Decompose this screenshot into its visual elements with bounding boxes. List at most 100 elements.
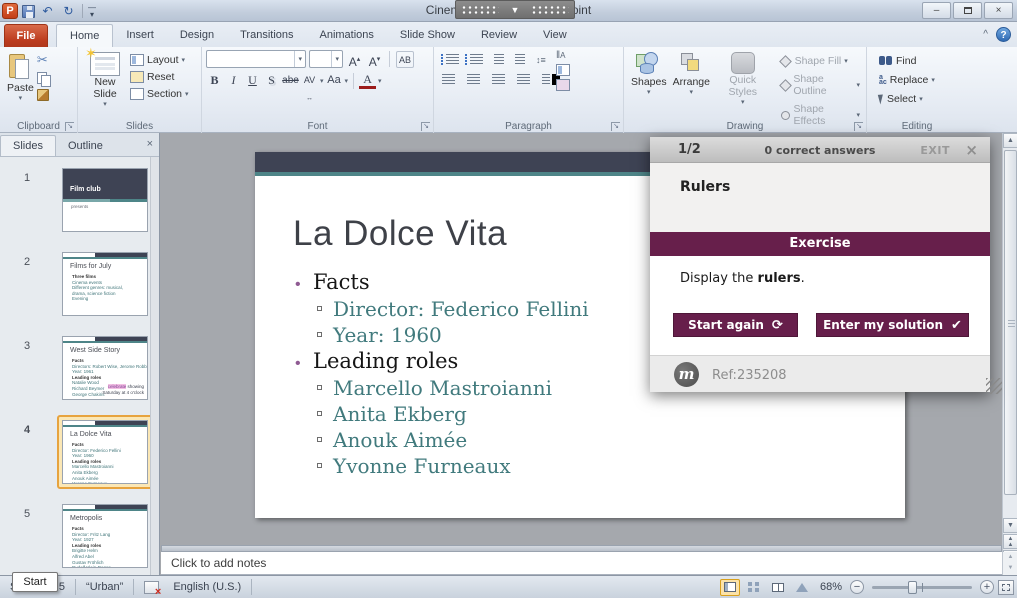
font-color-button[interactable]: A [359, 73, 376, 89]
thumbnail-card[interactable]: La Dolce Vita Facts Director: Federico F… [62, 420, 148, 484]
tab-review[interactable]: Review [468, 24, 530, 47]
reading-view-button[interactable] [768, 579, 788, 596]
line-spacing-button[interactable]: ↕≡ [536, 55, 546, 65]
notes-splitter[interactable] [161, 545, 1002, 552]
previous-slide-button[interactable]: ▲▲ [1003, 534, 1017, 549]
strikethrough-button[interactable]: abe [282, 72, 299, 89]
notes-placeholder[interactable]: Click to add notes [171, 556, 266, 570]
align-center-button[interactable] [467, 74, 480, 85]
justify-button[interactable] [517, 74, 530, 85]
redo-icon[interactable]: ↻ [60, 4, 77, 18]
text-shadow-button[interactable]: S [263, 72, 280, 89]
shape-fill-button[interactable]: Shape Fill▾ [777, 54, 862, 68]
scroll-down-icon[interactable]: ▼ [1003, 518, 1017, 533]
scrollbar-thumb[interactable] [1004, 150, 1017, 495]
font-size-combobox[interactable]: ▾ [309, 50, 343, 68]
exercise-exit-button[interactable]: EXIT [920, 144, 950, 157]
notes-scrollbar[interactable]: ▲ ▼ [1002, 552, 1017, 575]
language-indicator[interactable]: English (U.S.) [163, 579, 252, 595]
paste-dropdown-icon[interactable]: ▾ [19, 94, 23, 102]
notes-pane[interactable]: Click to add notes [161, 552, 1002, 575]
copy-icon[interactable] [37, 72, 50, 85]
save-icon[interactable] [22, 5, 35, 18]
bullets-button[interactable] [446, 54, 459, 65]
minimize-button[interactable]: – [922, 2, 951, 19]
select-button[interactable]: Select▾ [877, 92, 963, 106]
font-dialog-launcher[interactable]: ↘ [421, 122, 430, 131]
panel-close-icon[interactable]: × [147, 138, 153, 150]
text-direction-button[interactable]: ‖A [556, 50, 570, 61]
section-button[interactable]: Section▾ [128, 87, 191, 101]
exercise-close-icon[interactable]: × [965, 141, 978, 159]
slide-title[interactable]: La Dolce Vita [293, 214, 507, 254]
align-right-button[interactable] [492, 74, 505, 85]
format-painter-icon[interactable] [37, 89, 49, 101]
tab-outline[interactable]: Outline [56, 136, 115, 156]
slide-sorter-button[interactable] [744, 579, 764, 596]
restore-button[interactable] [953, 2, 982, 19]
powerpoint-app-icon[interactable]: P [2, 3, 18, 19]
normal-view-button[interactable] [720, 579, 740, 596]
scroll-up-icon[interactable]: ▲ [1003, 133, 1017, 148]
paragraph-dialog-launcher[interactable]: ↘ [611, 122, 620, 131]
align-left-button[interactable] [442, 74, 455, 85]
collapse-ribbon-icon[interactable]: ^ [983, 29, 988, 40]
new-slide-dropdown-icon[interactable]: ▾ [103, 100, 107, 108]
bold-button[interactable]: B [206, 72, 223, 89]
overlay-capture-toolbar[interactable]: ▼ [455, 0, 575, 19]
zoom-out-button[interactable]: − [850, 580, 864, 594]
thumbnail-card[interactable]: Films for July Three films Cinema events… [62, 252, 148, 316]
decrease-indent-button[interactable] [494, 54, 504, 65]
arrange-button[interactable]: Arrange▾ [670, 50, 713, 128]
new-slide-button[interactable]: New Slide ▾ [82, 50, 128, 110]
tab-animations[interactable]: Animations [307, 24, 387, 47]
convert-smartart-button[interactable] [556, 79, 570, 91]
tab-design[interactable]: Design [167, 24, 227, 47]
cut-icon[interactable]: ✂ [37, 52, 50, 68]
notes-scroll-down-icon[interactable]: ▼ [1003, 563, 1017, 574]
tab-home[interactable]: Home [56, 24, 113, 47]
increase-indent-button[interactable] [515, 54, 525, 65]
replace-button[interactable]: aacReplace▾ [877, 73, 963, 87]
paste-button[interactable]: Paste ▾ [4, 50, 37, 104]
thumbnail-card[interactable]: Metropolis Facts Director: Fritz Lang Ye… [62, 504, 148, 568]
resize-handle[interactable] [986, 378, 1002, 394]
underline-button[interactable]: U [244, 72, 261, 89]
fit-to-window-button[interactable] [998, 580, 1014, 595]
clipboard-dialog-launcher[interactable]: ↘ [65, 122, 74, 131]
help-icon[interactable]: ? [996, 27, 1011, 42]
shapes-button[interactable]: Shapes▾ [628, 50, 670, 128]
zoom-slider[interactable] [872, 586, 972, 589]
notes-scroll-up-icon[interactable]: ▲ [1003, 552, 1017, 563]
character-spacing-button[interactable]: AV↔ [301, 72, 318, 89]
slideshow-view-button[interactable] [792, 579, 812, 596]
shrink-font-button[interactable]: A▾ [366, 51, 383, 68]
customize-qat-button[interactable]: —▾ [88, 4, 96, 18]
layout-button[interactable]: Layout▾ [128, 53, 191, 67]
shape-outline-button[interactable]: Shape Outline▾ [777, 72, 862, 98]
start-again-button[interactable]: Start again⟳ [673, 313, 798, 337]
panel-scrollbar[interactable] [150, 157, 159, 575]
tab-view[interactable]: View [530, 24, 580, 47]
spellcheck-icon[interactable] [144, 581, 159, 594]
widget-arrow-down-icon[interactable]: ▼ [511, 5, 520, 15]
change-case-button[interactable]: Aa [326, 72, 343, 89]
zoom-level[interactable]: 68% [816, 581, 846, 593]
thumbnail-card[interactable]: Film club presents [62, 168, 148, 232]
theme-indicator[interactable]: “Urban” [76, 579, 134, 595]
tab-transitions[interactable]: Transitions [227, 24, 306, 47]
zoom-slider-thumb[interactable] [908, 581, 917, 594]
vertical-scrollbar[interactable]: ▲ ▼ ▲▲ ▼▼ [1002, 133, 1017, 575]
close-button[interactable]: × [984, 2, 1013, 19]
align-text-button[interactable] [556, 64, 570, 76]
tab-file[interactable]: File [4, 24, 48, 47]
tab-slide-show[interactable]: Slide Show [387, 24, 468, 47]
zoom-in-button[interactable]: + [980, 580, 994, 594]
columns-button[interactable] [542, 74, 550, 85]
tab-slides-thumbnails[interactable]: Slides [0, 135, 56, 156]
enter-solution-button[interactable]: Enter my solution✔ [816, 313, 969, 337]
tab-insert[interactable]: Insert [113, 24, 167, 47]
reset-button[interactable]: Reset [128, 70, 191, 84]
clear-formatting-button[interactable]: AB [396, 51, 414, 68]
numbering-button[interactable] [470, 54, 483, 65]
